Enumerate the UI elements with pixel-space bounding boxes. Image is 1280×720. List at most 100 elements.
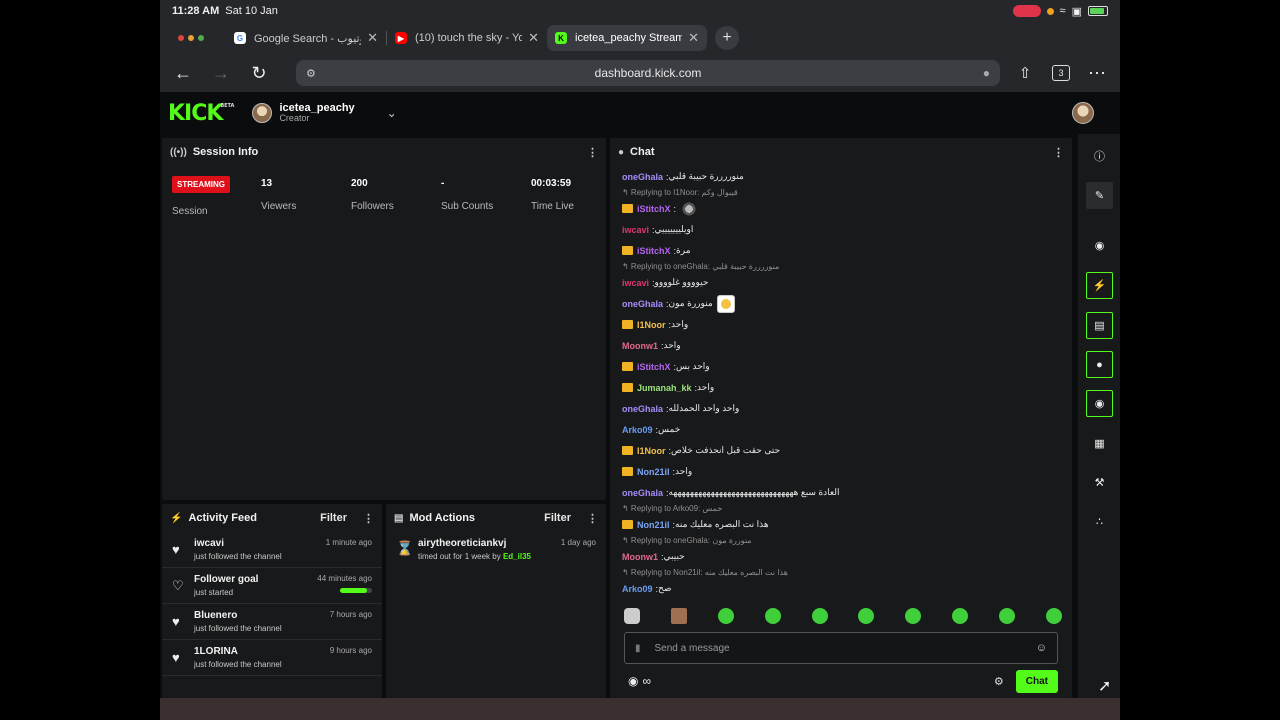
emote-button[interactable] (1045, 608, 1062, 624)
chat-username[interactable]: oneGhala (622, 299, 663, 309)
filter-button[interactable]: Filter (544, 512, 571, 524)
send-chat-button[interactable]: Chat (1015, 669, 1058, 693)
chat-username[interactable]: I1Noor (637, 446, 666, 456)
kick-logo[interactable]: KICK BETA (168, 101, 234, 126)
window-controls[interactable] (166, 35, 226, 41)
chat-username[interactable]: Non21il (637, 467, 670, 477)
emote-button[interactable] (905, 608, 922, 624)
feed-user[interactable]: Bluenero (194, 610, 237, 621)
more-options-icon[interactable]: ⋮ (587, 146, 598, 159)
microphone-icon[interactable]: ● (983, 66, 990, 80)
stat-value: 13 (261, 178, 273, 189)
wifi-icon: ≈ (1059, 5, 1066, 17)
filter-button[interactable]: Filter (320, 512, 347, 524)
chat-icon: ● (618, 146, 625, 158)
tab-kick[interactable]: K icetea_peachy Stream - Kick ✕ (547, 25, 707, 51)
channel-switcher[interactable]: icetea_peachy Creator ⌄ (252, 102, 397, 124)
document-icon[interactable]: ▤ (1086, 312, 1113, 339)
emote-button[interactable] (624, 608, 640, 624)
heart-icon: ♥ (172, 542, 180, 557)
share-icon[interactable]: ⇧ (1012, 60, 1038, 86)
new-tab-button[interactable]: + (715, 26, 739, 50)
tab-google[interactable]: G Google Search - يوتيوب ✕ (226, 25, 386, 51)
back-icon[interactable]: ← (170, 60, 196, 86)
chat-reply-context[interactable]: ↰ Replying to I1Noor: قيبوال وكم (622, 187, 1062, 198)
emote-button[interactable] (670, 608, 687, 624)
chat-username[interactable]: iwcavi (622, 278, 649, 288)
reload-icon[interactable]: ↻ (246, 60, 272, 86)
panel-title: Chat (630, 146, 655, 158)
info-icon[interactable]: ⓘ (1086, 142, 1113, 169)
mod-target-user[interactable]: airytheoreticiankvj (418, 538, 531, 549)
chat-reply-context[interactable]: ↰ Replying to oneGhala: منوررررة حبيبة ق… (622, 261, 1062, 272)
chat-reply-context[interactable]: ↰ Replying to Arko09: خمس (622, 503, 1062, 514)
user-avatar[interactable] (1072, 102, 1094, 124)
panel-header: ((•)) Session Info ⋮ (162, 138, 606, 166)
more-options-icon[interactable]: ⋮ (587, 512, 598, 525)
close-icon[interactable]: ✕ (688, 30, 699, 46)
more-icon[interactable]: ⋯ (1084, 60, 1110, 86)
lightning-icon[interactable]: ⚡ (1086, 272, 1113, 299)
channel-info: icetea_peachy Creator (279, 102, 354, 124)
camera-icon[interactable]: ◉ (1086, 232, 1113, 259)
layout-icon[interactable]: ▦ (1086, 430, 1113, 457)
chat-username[interactable]: Moonw1 (622, 552, 658, 562)
chat-username[interactable]: iStitchX (637, 204, 671, 214)
chat-message: Non21il: واحد (622, 461, 1062, 482)
emote-button[interactable] (811, 608, 828, 624)
feed-time: 44 minutes ago (317, 574, 372, 583)
chat-username[interactable]: oneGhala (622, 172, 663, 182)
emote-button[interactable] (858, 608, 875, 624)
chat-text: واحد (675, 466, 693, 476)
tab-youtube[interactable]: ▶ (10) touch the sky - YouTube ✕ (387, 25, 547, 51)
chat-username[interactable]: iStitchX (637, 246, 671, 256)
chat-reply-context[interactable]: ↰ Replying to Non21il: هذا نت البصره معل… (622, 567, 1062, 578)
more-options-icon[interactable]: ⋮ (1053, 146, 1064, 159)
chat-username[interactable]: iStitchX (637, 362, 671, 372)
chat-reply-context[interactable]: ↰ Replying to oneGhala: منوررة مون (622, 535, 1062, 546)
chat-username[interactable]: iwcavi (622, 225, 649, 235)
mod-by-user[interactable]: Ed_il35 (503, 552, 531, 561)
emoji-icon[interactable]: ☺ (1036, 642, 1047, 654)
feed-time: 9 hours ago (329, 646, 372, 655)
chat-text: صح (658, 583, 672, 593)
emote-button[interactable] (952, 608, 969, 624)
mic-icon: ▮ (635, 642, 641, 654)
chat-text: هذا نت البصره معليك منه (675, 519, 769, 529)
kick-header: KICK BETA icetea_peachy Creator ⌄ (160, 92, 1120, 134)
wrench-icon[interactable]: ⚒ (1086, 469, 1113, 496)
chat-message: oneGhala: العادة سبع ههههههههههههههههههه… (622, 482, 1062, 503)
chat-icon[interactable]: ● (1086, 351, 1113, 378)
chat-username[interactable]: Non21il (637, 520, 670, 530)
forward-icon[interactable]: → (208, 60, 234, 86)
chat-username[interactable]: Jumanah_kk (637, 383, 692, 393)
tab-overview-button[interactable]: 3 (1052, 65, 1070, 81)
chat-username[interactable]: Arko09 (622, 425, 653, 435)
chat-username[interactable]: Arko09 (622, 584, 653, 594)
more-options-icon[interactable]: ⋮ (363, 512, 374, 525)
close-icon[interactable]: ✕ (528, 30, 539, 46)
chat-username[interactable]: I1Noor (637, 320, 666, 330)
emote-button[interactable] (717, 608, 734, 624)
stat-followers: 200 Followers (351, 178, 394, 212)
emote-button[interactable] (764, 608, 781, 624)
chat-username[interactable]: oneGhala (622, 404, 663, 414)
feed-user[interactable]: 1LORINA (194, 646, 238, 657)
url-field[interactable]: ⚙ dashboard.kick.com ● (296, 60, 1000, 86)
chat-text: خمس (658, 424, 681, 434)
apps-icon[interactable]: ∴ (1086, 508, 1113, 535)
channel-points-icon[interactable]: ◉ (628, 674, 638, 688)
gear-icon[interactable]: ⚙ (994, 675, 1004, 688)
pencil-icon[interactable]: ✎ (1086, 182, 1113, 209)
chat-username[interactable]: Moonw1 (622, 341, 658, 351)
broadcast-icon[interactable]: ◉ (1086, 390, 1113, 417)
chevron-down-icon[interactable]: ⌄ (387, 106, 397, 120)
chat-input[interactable]: ▮ Send a message ☺ (624, 632, 1058, 664)
chat-separator: : (673, 203, 677, 214)
emote-button[interactable] (999, 608, 1015, 624)
feed-user[interactable]: Follower goal (194, 574, 258, 585)
site-settings-icon[interactable]: ⚙ (306, 67, 316, 80)
close-icon[interactable]: ✕ (367, 30, 378, 46)
chat-username[interactable]: oneGhala (622, 488, 663, 498)
feed-user[interactable]: iwcavi (194, 538, 224, 549)
